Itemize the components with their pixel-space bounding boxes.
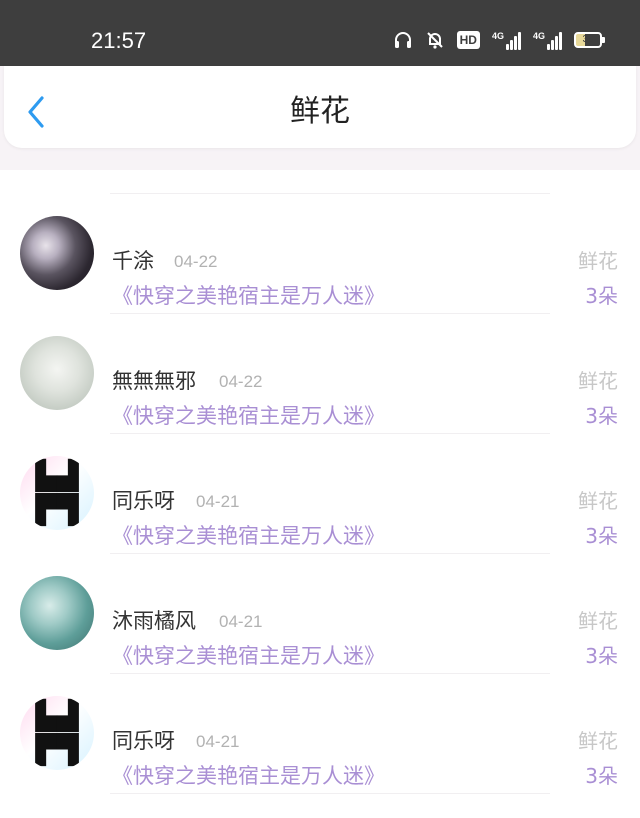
list-item[interactable]: 沐雨橘风 04-21 《快穿之美艳宿主是万人迷》 鲜花 3朵: [0, 554, 640, 674]
network-type-label: 4G: [491, 31, 504, 41]
avatar[interactable]: [20, 216, 94, 290]
send-date: 04-22: [219, 372, 263, 391]
flower-record-list: 千涂 04-22 《快穿之美艳宿主是万人迷》 鲜花 3朵 無無無邪 04-22 《快穿之美艳宿…: [0, 170, 640, 818]
user-name: 同乐呀: [112, 729, 175, 753]
gift-count: 3朵: [585, 284, 618, 308]
status-bar: 21:57 HD 4G 4G 38: [0, 0, 640, 66]
send-date: 04-21: [196, 732, 240, 751]
avatar-art: ▙▟: [35, 699, 79, 732]
list-item[interactable]: 無無無邪 04-22 《快穿之美艳宿主是万人迷》 鲜花 3朵: [0, 314, 640, 434]
avatar-art-2: ▛▜: [35, 733, 79, 766]
gift-count: 3朵: [585, 404, 618, 428]
network-type-label-2: 4G: [532, 31, 545, 41]
nav-bar: 鲜花: [4, 66, 636, 148]
list-item[interactable]: ▙▟ ▛▜ 同乐呀 04-21 《快穿之美艳宿主是万人迷》 鲜花 3朵: [0, 434, 640, 554]
avatar-art-2: ▛▜: [35, 493, 79, 526]
gift-type: 鲜花: [578, 609, 618, 633]
send-date: 04-21: [196, 492, 240, 511]
book-title-link[interactable]: 《快穿之美艳宿主是万人迷》: [112, 762, 385, 790]
gift-count: 3朵: [585, 764, 618, 788]
gift-type: 鲜花: [578, 369, 618, 393]
user-name: 沐雨橘风: [112, 609, 196, 633]
hd-voice-icon: HD: [456, 31, 480, 49]
nav-background: 鲜花: [0, 66, 640, 170]
signal-icon: 4G: [492, 30, 521, 50]
page-title: 鲜花: [290, 94, 350, 129]
avatar[interactable]: [20, 336, 94, 410]
signal-icon-2: 4G: [533, 30, 562, 50]
divider: [110, 793, 550, 794]
battery-icon: 38: [574, 32, 605, 48]
send-date: 04-22: [174, 252, 218, 271]
bell-muted-icon: [426, 32, 443, 49]
avatar[interactable]: ▙▟ ▛▜: [20, 456, 94, 530]
user-name: 無無無邪: [112, 369, 196, 393]
book-title-link[interactable]: 《快穿之美艳宿主是万人迷》: [112, 522, 385, 550]
send-date: 04-21: [219, 612, 263, 631]
gift-type: 鲜花: [578, 489, 618, 513]
user-name: 同乐呀: [112, 489, 175, 513]
user-name: 千涂: [112, 249, 154, 273]
gift-type: 鲜花: [578, 729, 618, 753]
status-time: 21:57: [91, 28, 147, 53]
headphones-icon: [394, 32, 411, 48]
gift-count: 3朵: [585, 524, 618, 548]
avatar[interactable]: [20, 576, 94, 650]
battery-level: 38: [582, 34, 594, 45]
gift-count: 3朵: [585, 644, 618, 668]
avatar-art: ▙▟: [35, 459, 79, 492]
list-item[interactable]: 千涂 04-22 《快穿之美艳宿主是万人迷》 鲜花 3朵: [0, 194, 640, 314]
status-icons: HD 4G 4G 38: [393, 27, 605, 53]
avatar[interactable]: ▙▟ ▛▜: [20, 696, 94, 770]
book-title-link[interactable]: 《快穿之美艳宿主是万人迷》: [112, 642, 385, 670]
book-title-link[interactable]: 《快穿之美艳宿主是万人迷》: [112, 282, 385, 310]
gift-type: 鲜花: [578, 249, 618, 273]
list-item[interactable]: ▙▟ ▛▜ 同乐呀 04-21 《快穿之美艳宿主是万人迷》 鲜花 3朵: [0, 674, 640, 794]
book-title-link[interactable]: 《快穿之美艳宿主是万人迷》: [112, 402, 385, 430]
